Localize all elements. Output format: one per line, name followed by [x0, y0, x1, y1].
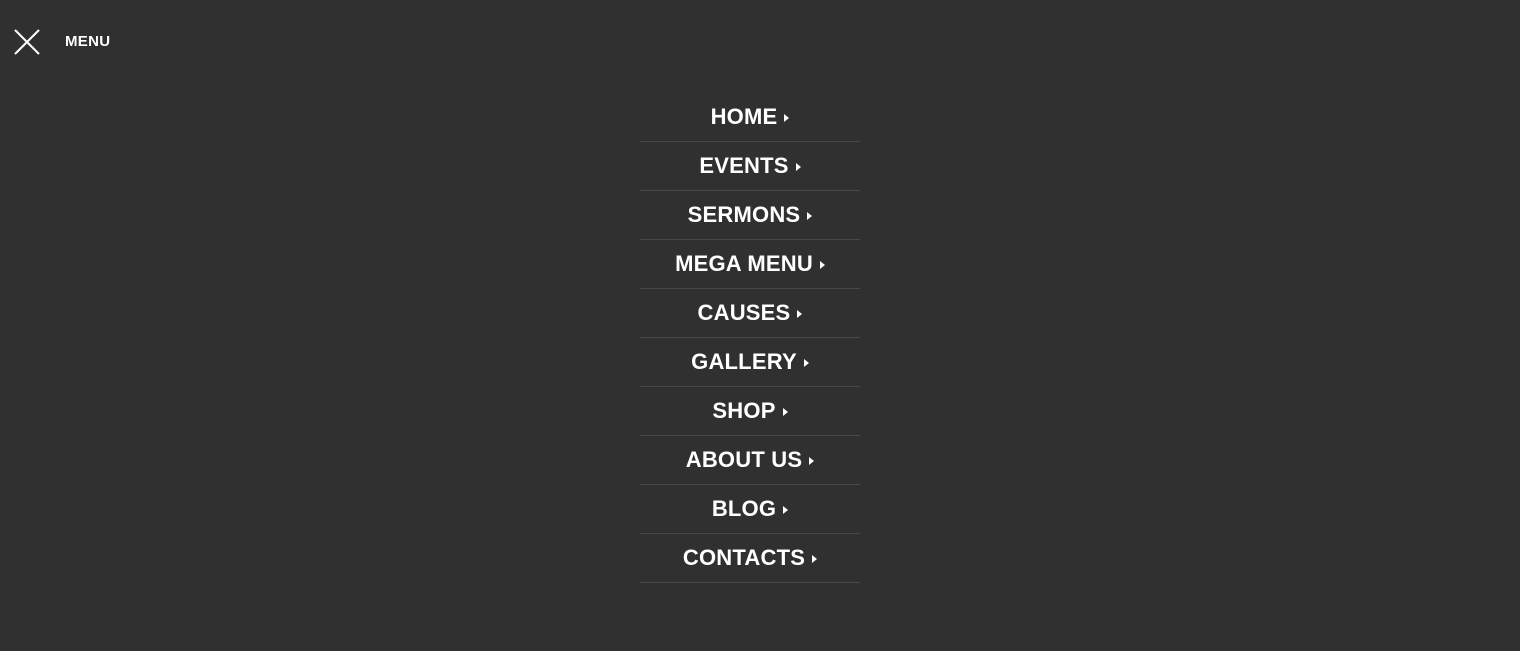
nav-item-label: SHOP [712, 398, 776, 423]
nav-item-about-us[interactable]: ABOUT US [640, 436, 860, 485]
nav-item-label: GALLERY [691, 349, 797, 374]
nav-item-label: MEGA MENU [675, 251, 813, 276]
nav-item-label: EVENTS [699, 153, 789, 178]
menu-header: MENU [13, 28, 110, 56]
nav-item-sermons[interactable]: SERMONS [640, 191, 860, 240]
nav-item-label: HOME [710, 104, 778, 129]
nav-item-mega-menu[interactable]: MEGA MENU [640, 240, 860, 289]
caret-right-icon [803, 358, 809, 367]
nav-item-label: ABOUT US [685, 447, 803, 472]
nav-item-blog[interactable]: BLOG [640, 485, 860, 534]
nav-item-home[interactable]: HOME [640, 93, 860, 142]
nav-item-label: CONTACTS [682, 545, 806, 570]
caret-right-icon [795, 162, 801, 171]
close-icon[interactable] [13, 28, 41, 56]
caret-right-icon [819, 260, 825, 269]
caret-right-icon [807, 211, 813, 220]
nav-item-label: SERMONS [687, 202, 801, 227]
caret-right-icon [782, 407, 788, 416]
caret-right-icon [783, 505, 789, 514]
nav-item-contacts[interactable]: CONTACTS [640, 534, 860, 583]
caret-right-icon [812, 554, 818, 563]
nav-item-label: BLOG [711, 496, 777, 521]
nav-item-events[interactable]: EVENTS [640, 142, 860, 191]
main-navigation: HOME EVENTS SERMONS MEGA MENU CAUSES GAL… [640, 93, 860, 583]
caret-right-icon [809, 456, 815, 465]
nav-item-causes[interactable]: CAUSES [640, 289, 860, 338]
nav-item-shop[interactable]: SHOP [640, 387, 860, 436]
nav-item-gallery[interactable]: GALLERY [640, 338, 860, 387]
caret-right-icon [784, 113, 790, 122]
caret-right-icon [797, 309, 803, 318]
menu-label: MENU [65, 33, 111, 50]
nav-item-label: CAUSES [697, 300, 791, 325]
